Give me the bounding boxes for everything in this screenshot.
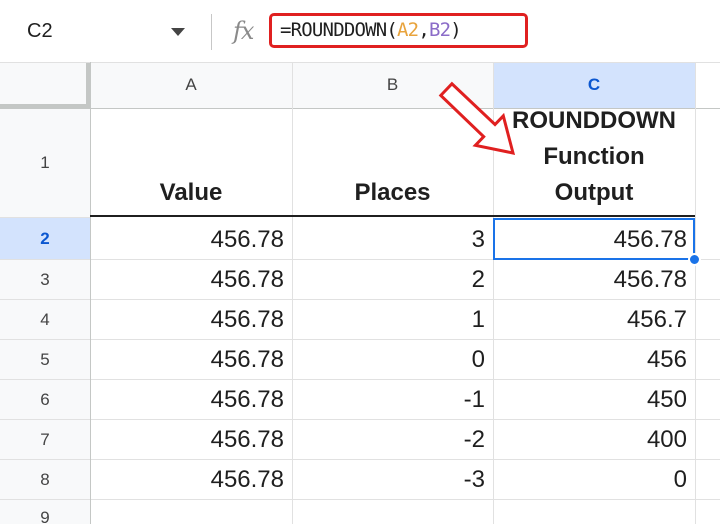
annotation-arrow-icon bbox=[438, 81, 516, 155]
